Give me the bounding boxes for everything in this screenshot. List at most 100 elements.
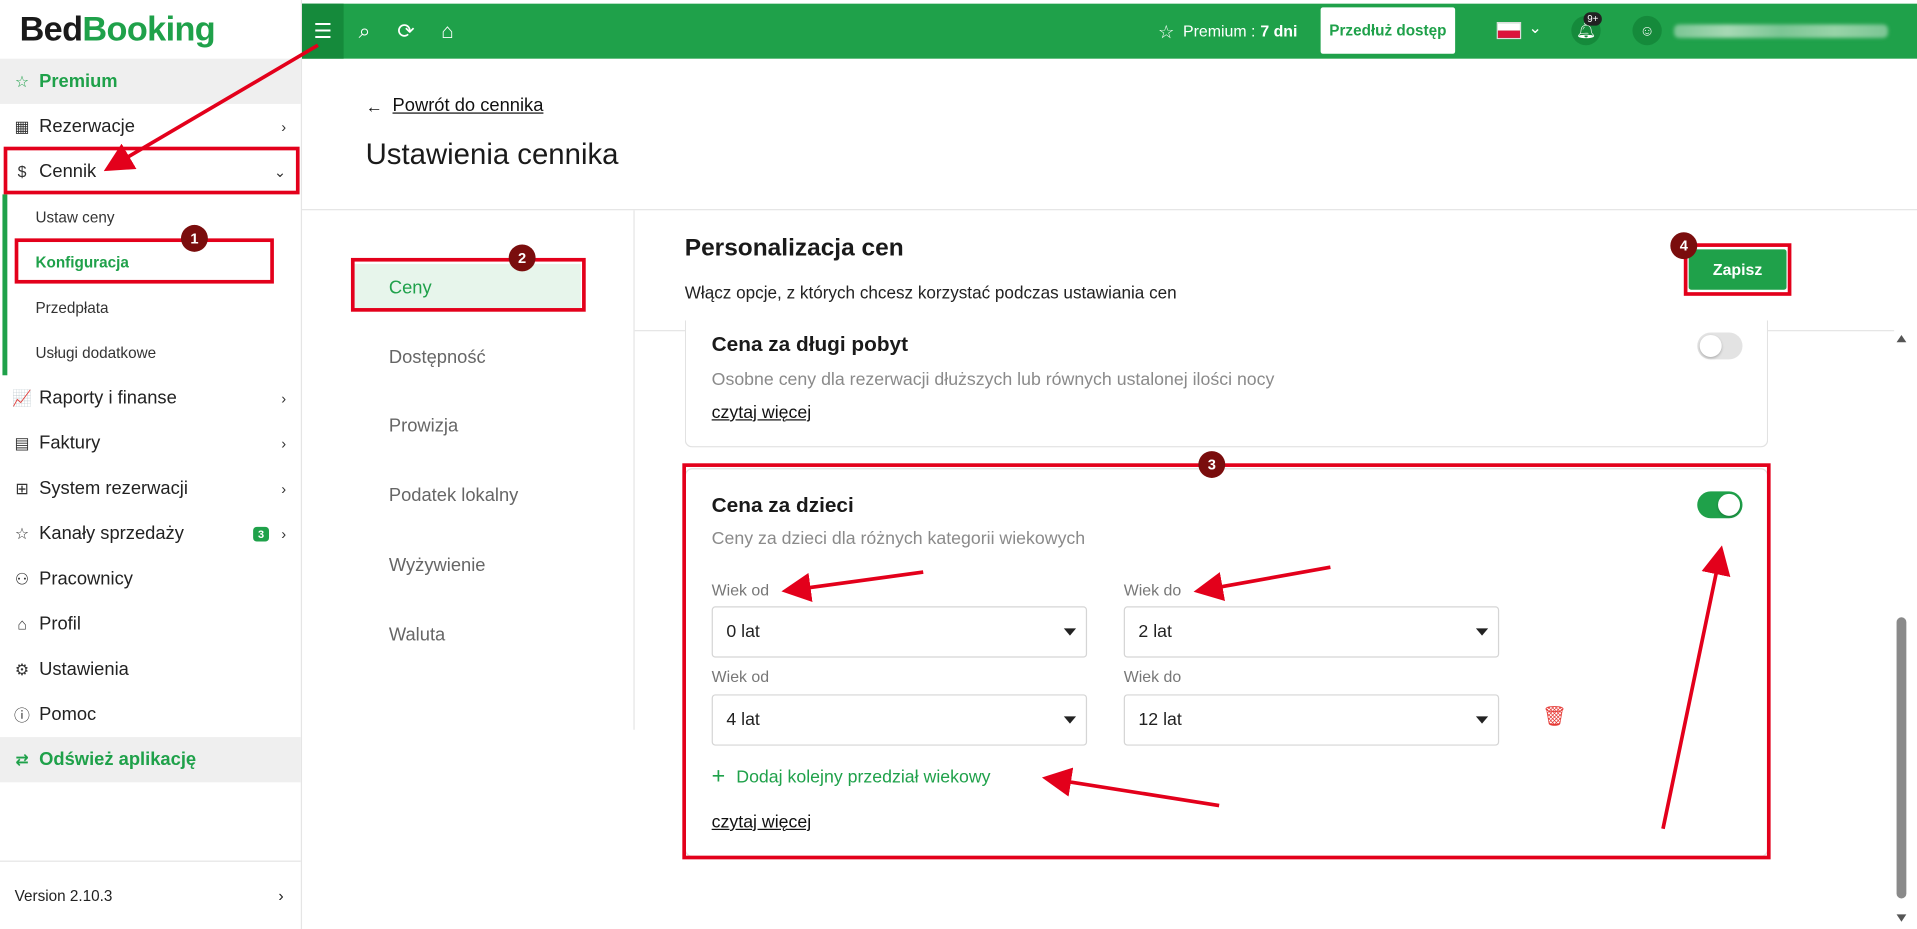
language-flag-icon[interactable] <box>1496 22 1522 40</box>
age-to-label: Wiek do <box>1123 580 1182 599</box>
children-read-more-link[interactable]: czytaj więcej <box>712 813 812 833</box>
age-to-select[interactable]: 12 lat <box>1123 694 1500 746</box>
sidebar-subitem-przedplata[interactable]: Przedpłata <box>7 285 300 330</box>
sidebar-item-raporty[interactable]: 📈 Raporty i finanse › <box>0 375 301 420</box>
user-name-blurred[interactable] <box>1674 24 1889 38</box>
chevron-right-icon: › <box>278 886 284 905</box>
refresh-app-button[interactable]: ⇄ Odśwież aplikację <box>0 737 301 783</box>
add-age-range-button[interactable]: + Dodaj kolejny przedział wiekowy <box>712 764 991 791</box>
age-from-select[interactable]: 4 lat <box>711 694 1088 746</box>
sidebar-item-label: Kanały sprzedaży <box>39 523 184 544</box>
age-to-label: Wiek do <box>1123 667 1182 686</box>
info-icon: ⓘ <box>14 706 30 725</box>
scrollbar[interactable] <box>1894 332 1909 926</box>
home-icon[interactable]: ⌂ <box>427 4 469 59</box>
annotation-number-4: 4 <box>1670 232 1698 260</box>
sidebar-item-cennik[interactable]: $ Cennik ⌄ <box>0 149 301 194</box>
sidebar-subitem-konfiguracja[interactable]: Konfiguracja <box>7 240 300 285</box>
chevron-right-icon: › <box>281 525 287 543</box>
panel-title: Personalizacja cen <box>684 234 904 262</box>
version-row[interactable]: Version 2.10.3 › <box>0 860 301 929</box>
sidebar-subitem-uslugi-dodatkowe[interactable]: Usługi dodatkowe <box>7 330 300 375</box>
sidebar-item-ustawienia[interactable]: ⚙ Ustawienia <box>0 647 301 692</box>
tab-wyzywienie[interactable]: Wyżywienie <box>355 542 581 588</box>
sidebar-item-label: Cennik <box>39 161 97 183</box>
long-stay-desc: Osobne ceny dla rezerwacji dłuższych lub… <box>711 370 1275 390</box>
scroll-up-icon[interactable] <box>1896 334 1907 343</box>
app-logo[interactable]: Bed Booking <box>0 0 301 59</box>
chart-icon: 📈 <box>12 388 32 407</box>
trash-icon[interactable]: 🗑︎ <box>1542 704 1567 728</box>
hamburger-menu-button[interactable]: ☰ <box>302 3 344 59</box>
settings-tabs: Ceny Dostępność Prowizja Podatek lokalny… <box>302 210 635 730</box>
age-to-select[interactable]: 2 lat <box>1123 606 1500 658</box>
chevron-right-icon: › <box>281 434 287 452</box>
cennik-submenu: Ustaw ceny Konfiguracja Przedpłata Usług… <box>2 194 300 376</box>
long-stay-toggle[interactable] <box>1697 332 1743 360</box>
sidebar-item-pomoc[interactable]: ⓘ Pomoc <box>0 692 301 737</box>
dollar-icon: $ <box>17 162 27 181</box>
avatar[interactable]: ☺ <box>1632 15 1662 46</box>
premium-label: Premium : <box>1183 22 1256 41</box>
caret-down-icon <box>1475 628 1489 636</box>
scroll-down-icon[interactable] <box>1896 914 1907 922</box>
select-value: 12 lat <box>1138 710 1182 730</box>
invoice-icon: ▤ <box>14 433 30 452</box>
children-price-card: Cena za dzieci Ceny za dzieci dla różnyc… <box>684 468 1769 857</box>
logo-text-bed: Bed <box>19 9 83 48</box>
grid-icon: ⊞ <box>15 478 29 497</box>
sync-icon[interactable]: ⟳ <box>385 4 427 59</box>
children-toggle[interactable] <box>1697 491 1743 519</box>
annotation-number-2: 2 <box>508 244 536 272</box>
caret-down-icon <box>1475 716 1489 724</box>
age-from-label: Wiek od <box>711 580 770 599</box>
scrollbar-thumb[interactable] <box>1896 617 1907 899</box>
chevron-right-icon: › <box>281 389 287 407</box>
tab-podatek-lokalny[interactable]: Podatek lokalny <box>355 472 581 518</box>
back-link-label: Powrót do cennika <box>392 95 544 117</box>
search-icon[interactable]: ⌕ <box>344 4 386 59</box>
sidebar-item-label: Rezerwacje <box>39 116 135 137</box>
sidebar-item-pracownicy[interactable]: ⚇ Pracownicy <box>0 556 301 601</box>
sidebar-subitem-ustaw-ceny[interactable]: Ustaw ceny <box>7 194 300 239</box>
sidebar-item-premium[interactable]: ☆ Premium <box>0 58 301 104</box>
tab-prowizja[interactable]: Prowizja <box>355 402 581 448</box>
select-value: 2 lat <box>1138 622 1172 642</box>
sidebar-item-system-rezerwacji[interactable]: ⊞ System rezerwacji › <box>0 466 301 511</box>
sidebar-item-profil[interactable]: ⌂ Profil <box>0 601 301 646</box>
long-stay-title: Cena za długi pobyt <box>711 332 909 356</box>
extend-access-button[interactable]: Przedłuż dostęp <box>1320 7 1456 54</box>
children-desc: Ceny za dzieci dla różnych kategorii wie… <box>711 529 1086 549</box>
star-icon: ☆ <box>1157 21 1175 43</box>
sidebar: Bed Booking ☆ Premium ▦ Rezerwacje › $ Ce… <box>0 0 303 929</box>
select-value: 4 lat <box>726 710 760 730</box>
sidebar-item-faktury[interactable]: ▤ Faktury › <box>0 421 301 466</box>
tab-ceny[interactable]: Ceny <box>354 264 581 311</box>
long-stay-card: Cena za długi pobyt Osobne ceny dla reze… <box>684 320 1769 448</box>
sidebar-item-rezerwacje[interactable]: ▦ Rezerwacje › <box>0 104 301 149</box>
long-stay-read-more-link[interactable]: czytaj więcej <box>712 403 812 423</box>
premium-days: 7 dni <box>1260 22 1298 41</box>
panel-subtitle: Włącz opcje, z których chcesz korzystać … <box>684 282 1177 302</box>
chevron-down-icon[interactable]: ⌄ <box>1529 18 1542 38</box>
gear-icon: ⚙ <box>14 659 30 678</box>
sidebar-item-label: Ustawienia <box>39 658 129 680</box>
star-icon: ☆ <box>14 523 30 543</box>
sidebar-item-label: Premium <box>39 70 118 92</box>
caret-down-icon <box>1063 716 1077 724</box>
plus-icon: + <box>711 763 726 790</box>
arrow-left-icon: ← <box>365 95 383 116</box>
logo-text-booking: Booking <box>82 9 216 48</box>
chevron-right-icon: › <box>281 479 287 497</box>
tab-waluta[interactable]: Waluta <box>355 611 581 657</box>
age-from-select[interactable]: 0 lat <box>711 606 1088 658</box>
annotation-number-3: 3 <box>1198 451 1226 478</box>
save-button[interactable]: Zapisz <box>1688 249 1787 290</box>
age-from-label: Wiek od <box>711 667 770 686</box>
panel-header: Personalizacja cen Włącz opcje, z któryc… <box>685 235 1177 302</box>
tab-dostepnosc[interactable]: Dostępność <box>355 334 581 380</box>
back-to-pricelist-link[interactable]: ← Powrót do cennika <box>366 95 544 116</box>
top-bar: ☰ ⌕ ⟳ ⌂ ☆ Premium : 7 dni Przedłuż dostę… <box>302 3 1917 59</box>
sidebar-item-kanaly-sprzedazy[interactable]: ☆ Kanały sprzedaży 3 › <box>0 511 301 556</box>
add-range-label: Dodaj kolejny przedział wiekowy <box>736 767 991 788</box>
